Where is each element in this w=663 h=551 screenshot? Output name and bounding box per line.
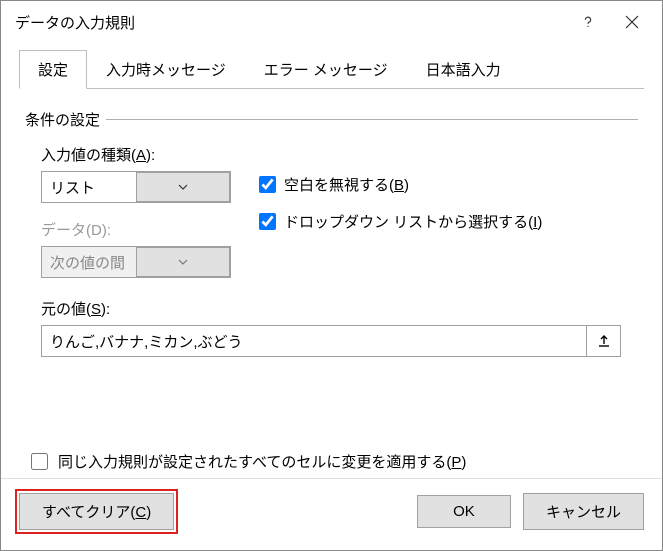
allow-combobox[interactable]: リスト	[41, 171, 231, 203]
close-button[interactable]	[610, 6, 654, 38]
help-icon	[581, 15, 595, 29]
in-cell-dropdown-label: ドロップダウン リストから選択する(I)	[284, 211, 542, 232]
cancel-button[interactable]: キャンセル	[523, 493, 644, 530]
tab-ime-mode[interactable]: 日本語入力	[407, 50, 520, 89]
ok-button[interactable]: OK	[417, 495, 511, 528]
clear-all-button[interactable]: すべてクリア(C)	[19, 493, 174, 530]
collapse-dialog-icon	[597, 334, 611, 348]
tab-bar: 設定 入力時メッセージ エラー メッセージ 日本語入力	[19, 49, 644, 89]
range-picker-button[interactable]	[587, 325, 621, 357]
close-icon	[625, 15, 639, 29]
data-label: データ(D):	[41, 219, 231, 240]
dialog-footer: すべてクリア(C) OK キャンセル	[1, 478, 662, 550]
help-button[interactable]	[566, 6, 610, 38]
allow-dropdown-button[interactable]	[136, 172, 230, 202]
window-title: データの入力規則	[15, 12, 566, 33]
tab-input-message[interactable]: 入力時メッセージ	[87, 50, 245, 89]
criteria-label: 条件の設定	[25, 109, 100, 130]
ignore-blank-checkbox[interactable]	[259, 176, 276, 193]
source-label: 元の値(S):	[41, 298, 638, 319]
data-combobox: 次の値の間	[41, 246, 231, 278]
in-cell-dropdown-option[interactable]: ドロップダウン リストから選択する(I)	[259, 211, 542, 232]
apply-to-all-label: 同じ入力規則が設定されたすべてのセルに変更を適用する(P)	[58, 451, 466, 472]
data-dropdown-button	[136, 247, 230, 277]
chevron-down-icon	[178, 257, 188, 267]
in-cell-dropdown-checkbox[interactable]	[259, 213, 276, 230]
ignore-blank-option[interactable]: 空白を無視する(B)	[259, 174, 542, 195]
allow-label: 入力値の種類(A):	[41, 144, 231, 165]
apply-to-all-checkbox[interactable]	[31, 453, 48, 470]
apply-to-all-option[interactable]: 同じ入力規則が設定されたすべてのセルに変更を適用する(P)	[31, 451, 638, 472]
title-bar: データの入力規則	[1, 1, 662, 43]
tab-error-alert[interactable]: エラー メッセージ	[245, 50, 407, 89]
allow-value: リスト	[42, 172, 136, 202]
ignore-blank-label: 空白を無視する(B)	[284, 174, 409, 195]
data-value: 次の値の間	[42, 247, 136, 277]
tab-settings[interactable]: 設定	[19, 50, 87, 89]
validation-criteria-title: 条件の設定	[25, 109, 638, 130]
chevron-down-icon	[178, 182, 188, 192]
source-input[interactable]	[41, 325, 587, 357]
